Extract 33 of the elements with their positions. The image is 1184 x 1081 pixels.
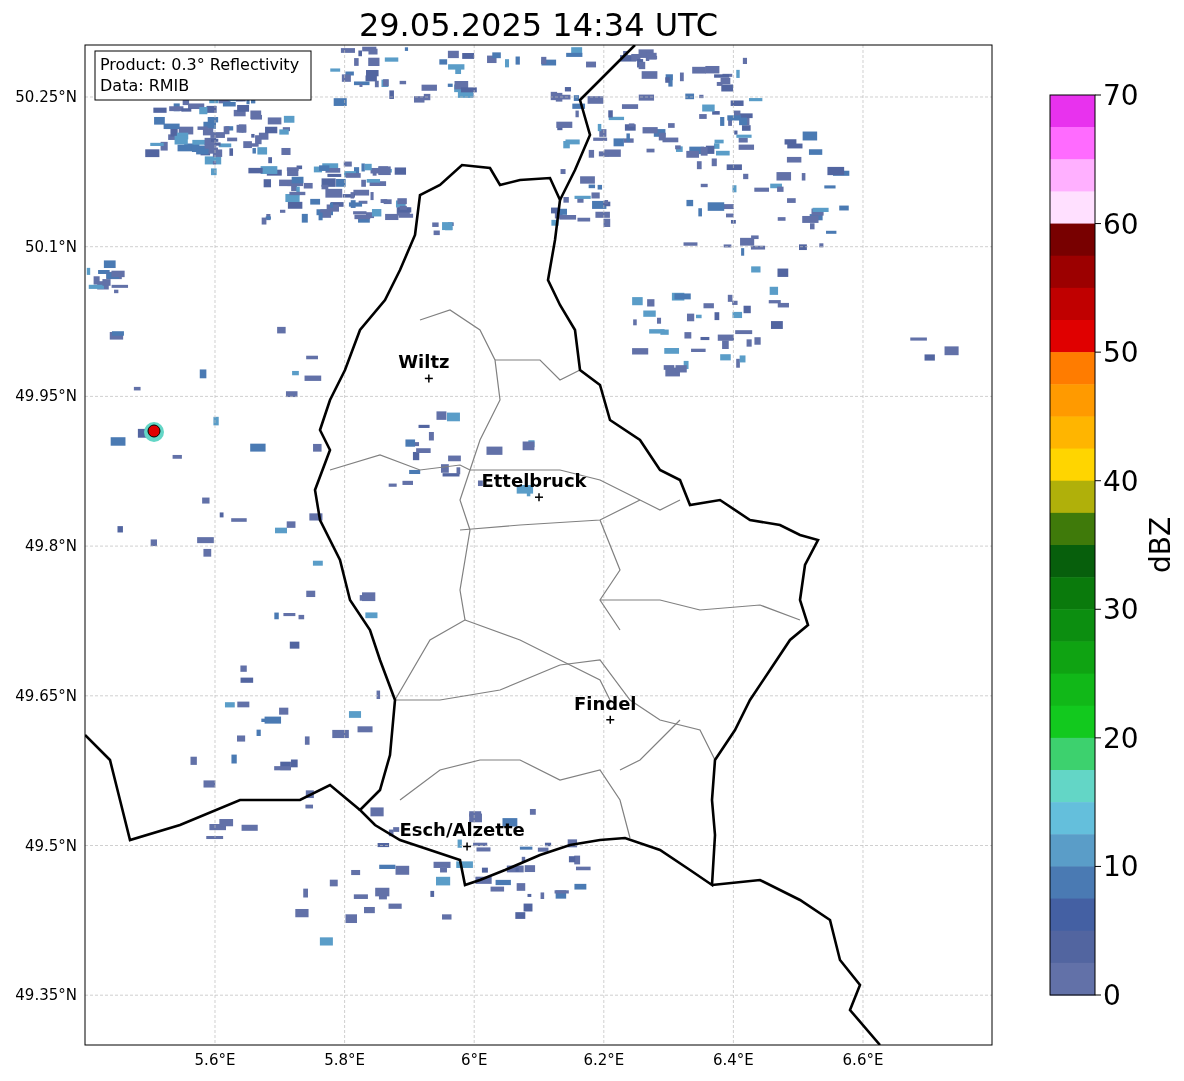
city-marker-icon (462, 841, 472, 852)
city-label: Findel (574, 692, 637, 714)
colorbar-tick-label: 60 (1103, 207, 1139, 241)
axis-tick-label: 49.5°N (24, 836, 77, 855)
colorbar-tick-label: 40 (1103, 464, 1139, 498)
city-label: Ettelbruck (481, 470, 587, 492)
chart-title: 29.05.2025 14:34 UTC (358, 6, 719, 44)
city-label: Esch/Alzette (399, 819, 525, 841)
colorbar-tick-label: 30 (1103, 593, 1139, 627)
axis-tick-label: 6.4°E (713, 1051, 754, 1069)
colorbar-tick-label: 70 (1103, 79, 1139, 112)
colorbar-tick-label: 10 (1103, 850, 1139, 884)
axis-tick-label: 49.8°N (24, 537, 77, 556)
info-text: Product: 0.3° Reflectivity (100, 55, 300, 74)
axis-tick-label: 5.6°E (194, 1051, 236, 1069)
colorbar-tick-label: 50 (1103, 336, 1139, 370)
axis-tick-label: 50.25°N (15, 88, 77, 106)
axis-tick-label: 49.95°N (15, 387, 77, 406)
axis-tick-label: 6.2°E (583, 1051, 625, 1069)
info-text: Data: RMIB (100, 76, 190, 95)
city-marker-icon (605, 715, 616, 725)
colorbar-tick-label: 0 (1103, 979, 1121, 1012)
axis-tick-label: 6.6°E (842, 1051, 884, 1069)
axis-tick-label: 6°E (460, 1051, 488, 1069)
axis-tick-label: 49.65°N (15, 686, 77, 705)
axis-tick-label: 49.35°N (15, 986, 77, 1005)
city-marker-icon (424, 373, 434, 384)
colorbar-tick-label: 20 (1103, 721, 1139, 755)
city-marker-icon (534, 492, 544, 502)
colorbar-label: dBZ (1144, 516, 1177, 574)
axis-tick-label: 5.8°E (324, 1051, 365, 1069)
axis-tick-label: 50.1°N (24, 237, 77, 256)
city-label: Wiltz (398, 351, 450, 373)
